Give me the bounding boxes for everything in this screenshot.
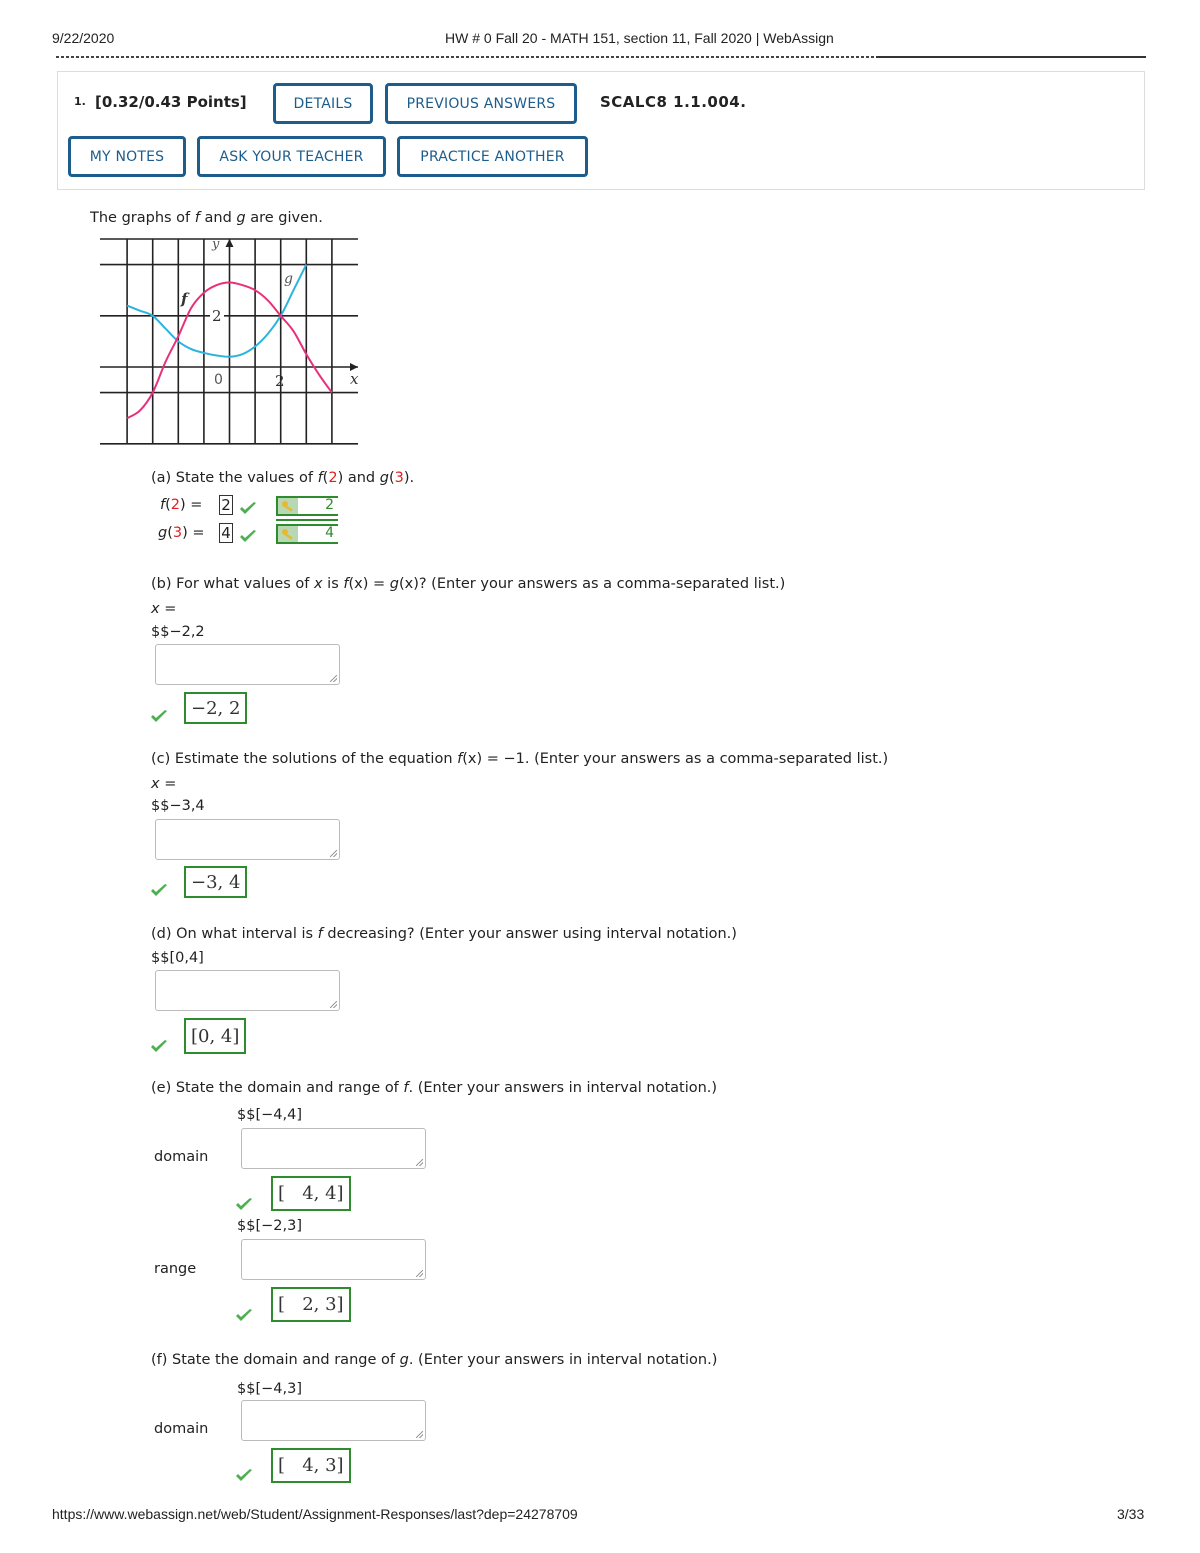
check-icon [151,884,167,896]
f2-key-answer: 2 [276,496,338,516]
divider [276,519,338,521]
header-divider-solid [876,56,1146,58]
key-icon [278,526,298,542]
part-c-raw-answer: $$−3,4 [151,798,205,814]
part-a-f-label: f(2) = [160,497,203,513]
part-b-answer-input[interactable] [155,644,340,685]
part-d-answer-input[interactable] [155,970,340,1011]
part-a-g-label: g(3) = [158,525,205,541]
part-e-range-correct: [ 2, 3] [271,1287,351,1322]
part-f-domain-correct: [ 4, 3] [271,1448,351,1483]
g-curve-label: g [284,271,293,287]
print-title: HW # 0 Fall 20 - MATH 151, section 11, F… [445,30,834,46]
part-d-raw-answer: $$[0,4] [151,950,204,966]
print-page-number: 3/33 [1117,1506,1145,1522]
f-curve-label: f [180,290,190,308]
part-b-prompt: (b) For what values of x is f(x) = g(x)?… [151,576,786,592]
check-icon [240,530,256,542]
part-f-prompt: (f) State the domain and range of g. (En… [151,1352,718,1368]
g3-key-answer: 4 [276,524,338,544]
check-icon [151,1040,167,1052]
part-f-domain-input[interactable] [241,1400,426,1441]
f2-answer-box: 2 [219,495,233,515]
check-icon [236,1309,252,1321]
function-graph: x y 0 2 2 f g [100,237,359,445]
part-e-range-raw: $$[−2,3] [237,1218,302,1234]
graph-grid [100,238,358,445]
y-axis-arrow [225,239,234,247]
part-c-correct-answer: −3, 4 [184,866,248,898]
check-icon [236,1469,252,1481]
g3-answer-box: 4 [219,523,233,543]
question-code: SCALC8 1.1.004. [600,93,747,111]
x-tick-2: 2 [275,372,285,390]
y-axis-label: y [211,237,220,252]
part-e-domain-correct: [ 4, 4] [271,1176,351,1211]
key-icon [278,498,298,514]
check-icon [236,1198,252,1210]
part-c-x-label: x = [151,776,177,792]
part-e-domain-label: domain [154,1149,209,1165]
print-url: https://www.webassign.net/web/Student/As… [52,1506,578,1522]
part-e-domain-raw: $$[−4,4] [237,1107,302,1123]
part-e-prompt: (e) State the domain and range of f. (En… [151,1080,718,1096]
part-d-prompt: (d) On what interval is f decreasing? (E… [151,926,737,942]
part-c-prompt: (c) Estimate the solutions of the equati… [151,751,889,767]
part-f-domain-raw: $$[−4,3] [237,1381,302,1397]
part-e-range-label: range [154,1261,197,1277]
origin-label: 0 [214,372,223,388]
y-tick-2: 2 [212,307,222,325]
practice-another-button[interactable]: PRACTICE ANOTHER [397,136,588,177]
x-axis-label: x [350,370,359,388]
part-b-raw-answer: $$−2,2 [151,624,205,640]
part-b-correct-answer: −2, 2 [184,692,248,724]
previous-answers-button[interactable]: PREVIOUS ANSWERS [385,83,577,124]
part-a-prompt: (a) State the values of f(2) and g(3). [151,470,415,486]
check-icon [151,710,167,722]
part-e-domain-input[interactable] [241,1128,426,1169]
part-b-x-label: x = [151,601,177,617]
part-f-domain-label: domain [154,1421,209,1437]
check-icon [240,502,256,514]
part-c-answer-input[interactable] [155,819,340,860]
part-d-correct-answer: [0, 4] [184,1018,247,1054]
part-e-range-input[interactable] [241,1239,426,1280]
